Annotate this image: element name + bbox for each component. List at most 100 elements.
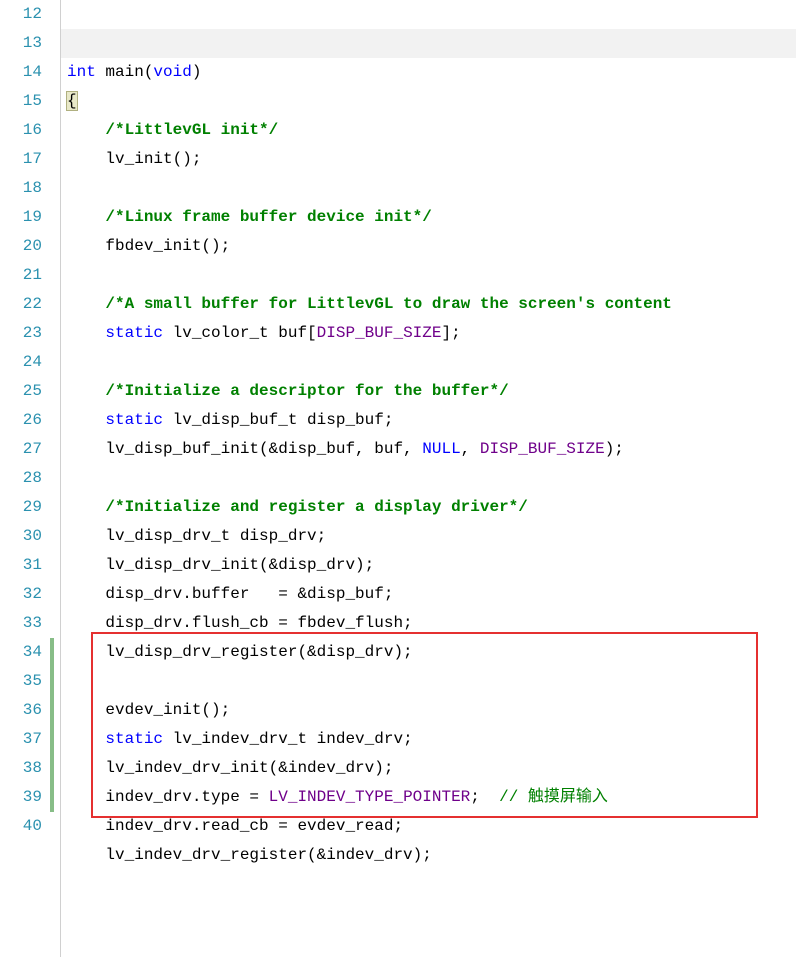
line-number: 24 <box>0 348 48 377</box>
change-marker <box>50 783 54 812</box>
line-number: 26 <box>0 406 48 435</box>
code-token: /*A small buffer for LittlevGL to draw t… <box>105 295 672 313</box>
code-line[interactable]: indev_drv.type = LV_INDEV_TYPE_POINTER; … <box>67 783 796 812</box>
code-token: ; <box>470 788 499 806</box>
current-line-highlight <box>61 29 796 58</box>
code-line[interactable]: lv_disp_drv_init(&disp_drv); <box>67 551 796 580</box>
code-token: NULL <box>422 440 460 458</box>
code-token: disp_drv.buffer = &disp_buf; <box>105 585 393 603</box>
code-token: lv_indev_drv_register(&indev_drv); <box>105 846 431 864</box>
code-token: /*Initialize a descriptor for the buffer… <box>105 382 508 400</box>
code-token: lv_disp_buf_init(&disp_buf, buf, <box>105 440 422 458</box>
code-token: lv_disp_drv_init(&disp_drv); <box>105 556 374 574</box>
line-number: 28 <box>0 464 48 493</box>
change-marker <box>50 725 54 754</box>
line-number: 23 <box>0 319 48 348</box>
code-token: DISP_BUF_SIZE <box>317 324 442 342</box>
line-number: 12 <box>0 0 48 29</box>
code-line[interactable]: lv_init(); <box>67 145 796 174</box>
line-number: 15 <box>0 87 48 116</box>
code-token: ]; <box>441 324 460 342</box>
code-token: lv_indev_drv_t indev_drv; <box>173 730 413 748</box>
line-number: 22 <box>0 290 48 319</box>
code-line[interactable]: disp_drv.buffer = &disp_buf; <box>67 580 796 609</box>
change-marker <box>50 754 54 783</box>
line-number: 19 <box>0 203 48 232</box>
code-token: ) <box>192 63 202 81</box>
line-number: 40 <box>0 812 48 841</box>
change-marker <box>50 667 54 696</box>
change-marker <box>50 696 54 725</box>
line-number: 21 <box>0 261 48 290</box>
code-token: static <box>105 324 172 342</box>
code-token: disp_drv.flush_cb = fbdev_flush; <box>105 614 412 632</box>
code-line[interactable]: /*Initialize and register a display driv… <box>67 493 796 522</box>
code-token: lv_disp_drv_register(&disp_drv); <box>105 643 412 661</box>
line-number: 29 <box>0 493 48 522</box>
line-number: 14 <box>0 58 48 87</box>
line-number: 25 <box>0 377 48 406</box>
code-line[interactable]: lv_disp_drv_t disp_drv; <box>67 522 796 551</box>
code-line[interactable] <box>67 174 796 203</box>
line-number: 33 <box>0 609 48 638</box>
code-token: lv_init(); <box>105 150 201 168</box>
line-number: 36 <box>0 696 48 725</box>
code-token: evdev_init(); <box>105 701 230 719</box>
change-marker <box>50 638 54 667</box>
code-token: indev_drv.read_cb = evdev_read; <box>105 817 403 835</box>
code-line[interactable] <box>67 261 796 290</box>
code-line[interactable]: lv_indev_drv_register(&indev_drv); <box>67 841 796 870</box>
line-number: 13 <box>0 29 48 58</box>
code-token: // 触摸屏输入 <box>499 788 608 806</box>
code-line[interactable]: static lv_indev_drv_t indev_drv; <box>67 725 796 754</box>
code-token: /*Initialize and register a display driv… <box>105 498 527 516</box>
line-number: 32 <box>0 580 48 609</box>
code-token: void <box>153 63 191 81</box>
code-area[interactable]: int main(void) { /*LittlevGL init*/ lv_in… <box>61 0 796 957</box>
line-number: 38 <box>0 754 48 783</box>
code-token: lv_disp_buf_t disp_buf; <box>173 411 394 429</box>
code-token: lv_indev_drv_init(&indev_drv); <box>105 759 393 777</box>
code-token: , <box>461 440 480 458</box>
code-token: DISP_BUF_SIZE <box>480 440 605 458</box>
code-token: indev_drv.type = <box>105 788 268 806</box>
code-line[interactable]: lv_disp_buf_init(&disp_buf, buf, NULL, D… <box>67 435 796 464</box>
code-token: LV_INDEV_TYPE_POINTER <box>269 788 471 806</box>
line-number: 39 <box>0 783 48 812</box>
code-token: ); <box>605 440 624 458</box>
code-line[interactable]: /*Initialize a descriptor for the buffer… <box>67 377 796 406</box>
code-token: lv_color_t buf[ <box>173 324 317 342</box>
change-markers <box>48 0 60 957</box>
code-line[interactable] <box>67 667 796 696</box>
code-line[interactable]: evdev_init(); <box>67 696 796 725</box>
code-line[interactable]: lv_disp_drv_register(&disp_drv); <box>67 638 796 667</box>
code-token: /*Linux frame buffer device init*/ <box>105 208 431 226</box>
code-token: int <box>67 63 105 81</box>
code-token: { <box>67 92 77 110</box>
code-line[interactable]: { <box>67 87 796 116</box>
code-editor[interactable]: 1213141516171819202122232425262728293031… <box>0 0 796 957</box>
line-number: 18 <box>0 174 48 203</box>
code-line[interactable]: int main(void) <box>67 58 796 87</box>
code-line[interactable]: indev_drv.read_cb = evdev_read; <box>67 812 796 841</box>
code-line[interactable]: lv_indev_drv_init(&indev_drv); <box>67 754 796 783</box>
code-line[interactable]: static lv_disp_buf_t disp_buf; <box>67 406 796 435</box>
line-number: 30 <box>0 522 48 551</box>
line-number: 37 <box>0 725 48 754</box>
code-line[interactable] <box>67 348 796 377</box>
line-number: 27 <box>0 435 48 464</box>
code-line[interactable]: disp_drv.flush_cb = fbdev_flush; <box>67 609 796 638</box>
code-token: fbdev_init(); <box>105 237 230 255</box>
code-line[interactable]: static lv_color_t buf[DISP_BUF_SIZE]; <box>67 319 796 348</box>
code-line[interactable]: /*LittlevGL init*/ <box>67 116 796 145</box>
code-token: main( <box>105 63 153 81</box>
code-line[interactable]: /*Linux frame buffer device init*/ <box>67 203 796 232</box>
line-number: 34 <box>0 638 48 667</box>
code-line[interactable] <box>67 870 796 899</box>
code-line[interactable]: /*A small buffer for LittlevGL to draw t… <box>67 290 796 319</box>
line-number: 17 <box>0 145 48 174</box>
line-number: 35 <box>0 667 48 696</box>
line-number: 20 <box>0 232 48 261</box>
code-line[interactable]: fbdev_init(); <box>67 232 796 261</box>
code-line[interactable] <box>67 464 796 493</box>
